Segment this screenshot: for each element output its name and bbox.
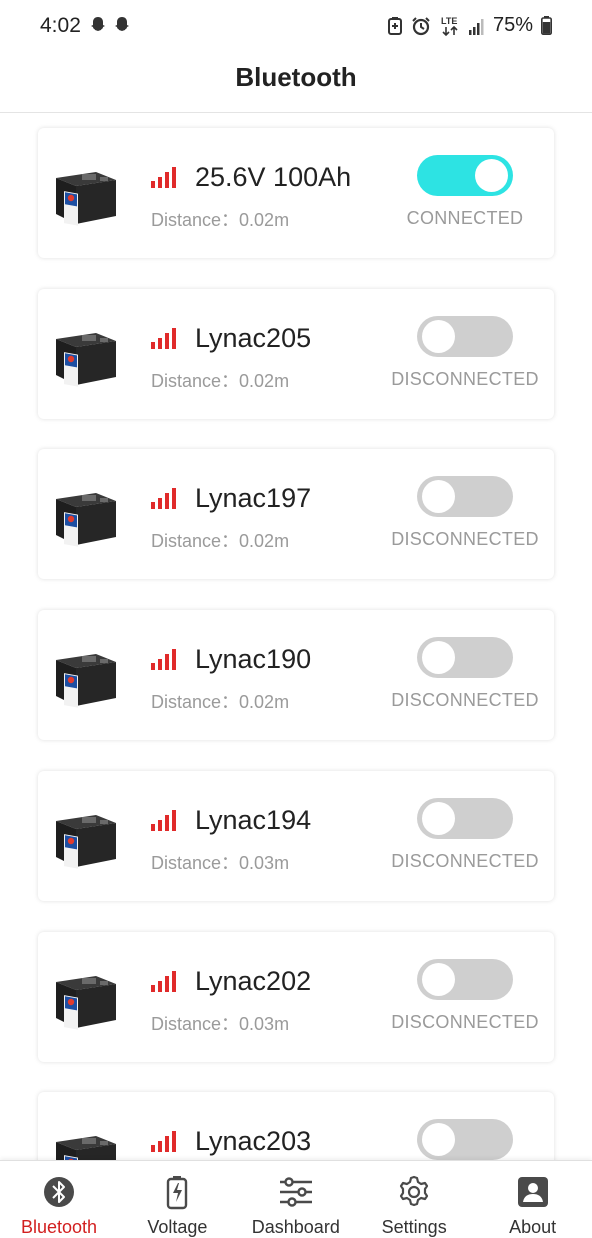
notification-icons — [88, 15, 132, 35]
nav-label: Voltage — [147, 1217, 208, 1237]
signal-strength-icon — [151, 327, 176, 349]
toggle-knob — [475, 159, 508, 192]
battery-product-icon — [56, 332, 116, 387]
connection-toggle[interactable] — [417, 797, 513, 839]
nav-label: Bluetooth — [20, 1217, 98, 1237]
device-card[interactable]: 25.6V 100Ah Distance：0.02m CONNECTED — [38, 128, 554, 258]
connection-toggle[interactable] — [417, 155, 513, 196]
device-name: Lynac202 — [195, 965, 312, 996]
signal-strength-icon — [151, 1131, 176, 1153]
signal-strength-icon — [151, 649, 176, 671]
device-distance: Distance：0.02m — [151, 692, 290, 713]
sliders-icon — [278, 1174, 314, 1210]
signal-icon — [468, 18, 484, 35]
snapchat-icon — [115, 17, 129, 31]
signal-strength-icon — [151, 488, 176, 510]
device-list[interactable]: 25.6V 100Ah Distance：0.02m CONNECTED Lyn… — [0, 113, 592, 1160]
connection-status: DISCONNECTED — [391, 850, 539, 871]
device-card[interactable]: Lynac194 Distance：0.03m DISCONNECTED — [38, 770, 554, 901]
device-card[interactable]: Lynac205 Distance：0.02m DISCONNECTED — [38, 288, 554, 419]
connection-toggle[interactable] — [417, 958, 513, 1000]
battery-product-icon — [56, 1136, 116, 1160]
battery-product-icon — [56, 975, 116, 1030]
system-icons: LTE 75% — [387, 14, 552, 37]
nav-label: Dashboard — [251, 1217, 340, 1237]
status-time: 4:02 — [40, 14, 81, 37]
alarm-icon — [412, 16, 430, 35]
user-card-icon — [515, 1174, 551, 1210]
connection-status: CONNECTED — [406, 208, 524, 228]
nav-item-voltage[interactable]: Voltage — [118, 1161, 236, 1238]
snapchat-icon — [91, 17, 105, 31]
device-name: Lynac197 — [195, 483, 312, 514]
lte-icon: LTE — [441, 16, 458, 36]
device-distance: Distance：0.03m — [151, 852, 290, 873]
nav-label: Settings — [381, 1217, 447, 1237]
toggle-knob — [422, 319, 455, 353]
device-name: Lynac203 — [195, 1126, 312, 1157]
device-card[interactable]: Lynac197 Distance：0.02m DISCONNECTED — [38, 449, 554, 580]
nav-item-dashboard[interactable]: Dashboard — [237, 1161, 355, 1238]
battery-product-icon — [56, 814, 116, 869]
nav-label: About — [509, 1217, 557, 1237]
nav-item-about[interactable]: About — [474, 1161, 592, 1238]
toggle-knob — [422, 1123, 455, 1157]
page-title: Bluetooth — [235, 62, 357, 92]
connection-status: DISCONNECTED — [391, 529, 539, 550]
svg-text:LTE: LTE — [441, 16, 457, 26]
device-name: Lynac205 — [195, 322, 312, 353]
toggle-knob — [422, 962, 455, 996]
connection-toggle[interactable] — [417, 476, 513, 518]
connection-toggle[interactable] — [417, 637, 513, 679]
connection-status: DISCONNECTED — [391, 1011, 539, 1032]
nav-item-bluetooth[interactable]: Bluetooth — [0, 1161, 118, 1238]
device-name: Lynac194 — [195, 804, 312, 835]
battery-product-icon — [56, 172, 116, 226]
connection-toggle[interactable] — [417, 315, 513, 357]
device-name: Lynac190 — [195, 644, 312, 675]
device-card[interactable]: Lynac202 Distance：0.03m DISCONNECTED — [38, 931, 554, 1062]
toggle-knob — [422, 801, 455, 835]
toggle-knob — [422, 641, 455, 675]
signal-strength-icon — [151, 167, 176, 188]
battery-saver-icon — [387, 16, 402, 35]
app-header: Bluetooth — [0, 52, 592, 113]
battery-product-icon — [56, 493, 116, 547]
bluetooth-icon — [41, 1174, 77, 1210]
device-distance: Distance：0.03m — [151, 1013, 290, 1034]
bottom-nav: Bluetooth Voltage Dashboard Settings About — [0, 1160, 592, 1238]
battery-product-icon — [56, 654, 116, 708]
battery-icon — [541, 16, 552, 35]
battery-percent: 75% — [492, 14, 533, 36]
status-bar: 4:02 LTE 75% — [0, 0, 592, 52]
connection-toggle[interactable] — [417, 1119, 513, 1160]
device-card[interactable]: Lynac203 — [38, 1092, 554, 1160]
device-distance: Distance：0.02m — [151, 210, 290, 230]
connection-status: DISCONNECTED — [391, 690, 539, 711]
device-name: 25.6V 100Ah — [195, 162, 352, 192]
device-card[interactable]: Lynac190 Distance：0.02m DISCONNECTED — [38, 610, 554, 741]
signal-strength-icon — [151, 970, 176, 992]
toggle-knob — [422, 480, 455, 514]
device-distance: Distance：0.02m — [151, 370, 290, 391]
device-distance: Distance：0.02m — [151, 531, 290, 552]
gear-icon — [396, 1174, 432, 1210]
signal-strength-icon — [151, 809, 176, 831]
connection-status: DISCONNECTED — [391, 368, 539, 389]
battery-charging-icon — [159, 1174, 195, 1210]
nav-item-settings[interactable]: Settings — [355, 1161, 473, 1238]
